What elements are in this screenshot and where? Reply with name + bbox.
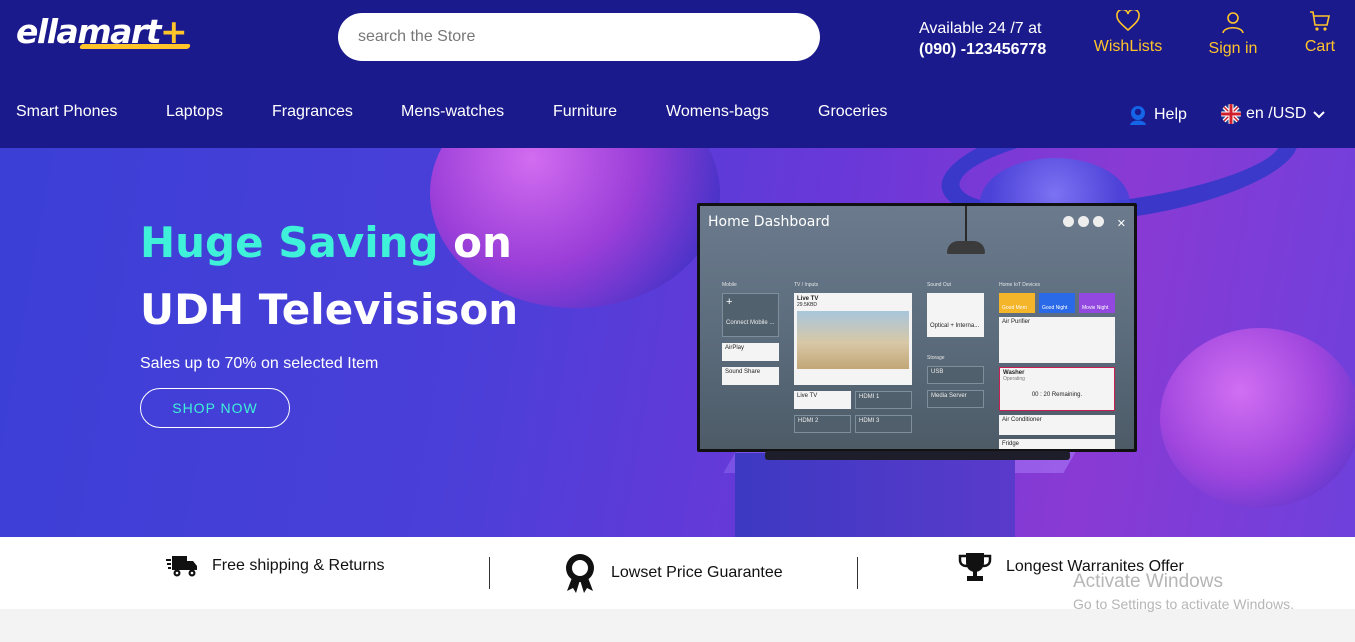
phone-number[interactable]: (090) -123456778: [919, 39, 1046, 60]
shop-now-button[interactable]: SHOP NOW: [140, 388, 290, 428]
tv-col-label: Mobile: [722, 282, 737, 288]
tv-col-label: TV / Inputs: [794, 282, 819, 288]
award-badge-icon: [566, 554, 594, 593]
locale-label: en /USD: [1246, 105, 1307, 122]
hero-title-rest: on: [438, 218, 512, 267]
tv-tile: HDMI 1: [855, 391, 912, 409]
cart-label: Cart: [1304, 38, 1336, 55]
wishlist-label: WishLists: [1093, 38, 1163, 55]
help-label: Help: [1154, 106, 1187, 123]
tv-tile: Fridge: [999, 439, 1115, 449]
tv-tile: USB: [927, 366, 984, 384]
feature-shipping: Free shipping & Returns: [166, 553, 385, 579]
nav-item-fragrances[interactable]: Fragrances: [272, 103, 353, 121]
pedestal: [735, 453, 1015, 537]
tv-tile: + Connect Mobile ...: [722, 293, 779, 337]
tv-tile: Live TV 29.5KBD: [794, 293, 912, 385]
tv-status-icons: [1063, 216, 1104, 227]
feature-price: Lowset Price Guarantee: [563, 553, 783, 593]
tv-tile: Sound Share: [722, 367, 779, 385]
tv-screen: Home Dashboard ✕ Mobile TV / Inputs Soun…: [700, 206, 1134, 449]
logo-underline: [79, 44, 191, 49]
tv-dashboard-title: Home Dashboard: [708, 214, 830, 230]
nav-item-furniture[interactable]: Furniture: [553, 103, 617, 121]
signin-button[interactable]: Sign in: [1205, 10, 1261, 58]
hero-title-accent: Huge Saving: [140, 218, 439, 267]
signin-label: Sign in: [1208, 40, 1258, 57]
user-icon: [1222, 12, 1244, 34]
tv-tile: Good Morn: [999, 293, 1035, 313]
tv-col-label: Storage: [927, 355, 945, 361]
tv-tile: Media Server: [927, 390, 984, 408]
tv-tile: AirPlay: [722, 343, 779, 361]
tv-tile: Air Purifier: [999, 317, 1115, 363]
tv-photo: [797, 311, 909, 369]
feature-shipping-label: Free shipping & Returns: [212, 557, 385, 574]
cart-button[interactable]: Cart: [1302, 10, 1338, 56]
headset-icon: [1130, 106, 1146, 125]
help-link[interactable]: Help: [1126, 103, 1187, 127]
tv-tile: HDMI 2: [794, 415, 851, 433]
hero-banner: Huge Saving on UDH Televisison Sales up …: [0, 148, 1355, 537]
lamp-shade: [947, 241, 985, 254]
contact-info: Available 24 /7 at (090) -123456778: [919, 18, 1046, 60]
tv-tile: Optical + Interna...: [927, 293, 984, 337]
nav-item-laptops[interactable]: Laptops: [166, 103, 223, 121]
hero-subtitle: Sales up to 70% on selected Item: [140, 355, 379, 372]
nav-item-groceries[interactable]: Groceries: [818, 103, 887, 121]
truck-icon: [166, 556, 197, 577]
tv-stand: [765, 451, 1070, 460]
nav-item-mens-watches[interactable]: Mens-watches: [401, 103, 504, 121]
nav-item-womens-bags[interactable]: Womens-bags: [666, 103, 769, 121]
tv-close-icon: ✕: [1116, 218, 1126, 230]
tv-tile: Live TV: [794, 391, 851, 409]
cart-icon: [1310, 11, 1330, 31]
tv-image: Home Dashboard ✕ Mobile TV / Inputs Soun…: [697, 203, 1137, 452]
locale-selector[interactable]: en /USD: [1221, 104, 1327, 124]
divider: [857, 557, 858, 589]
tv-tile: Movie Night: [1079, 293, 1115, 313]
uk-flag-icon: [1221, 104, 1241, 124]
hero-title: Huge Saving on: [140, 218, 512, 267]
hero-title-line2: UDH Televisison: [140, 285, 519, 334]
chevron-down-icon: [1313, 111, 1326, 119]
tv-tile: HDMI 3: [855, 415, 912, 433]
lamp-cord: [965, 206, 967, 241]
header: ellamart+ Available 24 /7 at (090) -1234…: [0, 0, 1355, 148]
tv-col-label: Sound Out: [927, 282, 951, 288]
tv-col-label: Home IoT Devices: [999, 282, 1041, 288]
decorative-sphere: [1160, 328, 1355, 508]
heart-icon: [1116, 10, 1140, 32]
search-input[interactable]: [338, 13, 820, 61]
nav-item-smart-phones[interactable]: Smart Phones: [16, 103, 117, 121]
availability-text: Available 24 /7 at: [919, 20, 1042, 37]
activate-title: Activate Windows: [1073, 571, 1223, 592]
activate-subtitle: Go to Settings to activate Windows.: [1073, 596, 1294, 612]
wishlist-button[interactable]: WishLists: [1093, 10, 1163, 56]
tv-tile: Washer Operating 00 : 20 Remaining.: [999, 367, 1115, 411]
activate-windows-watermark: Activate Windows Go to Settings to activ…: [1073, 571, 1294, 612]
tv-tile: Air Conditioner: [999, 415, 1115, 435]
divider: [489, 557, 490, 589]
trophy-icon: [958, 553, 992, 581]
tv-tile: Good Night: [1039, 293, 1075, 313]
feature-price-label: Lowset Price Guarantee: [611, 564, 783, 581]
